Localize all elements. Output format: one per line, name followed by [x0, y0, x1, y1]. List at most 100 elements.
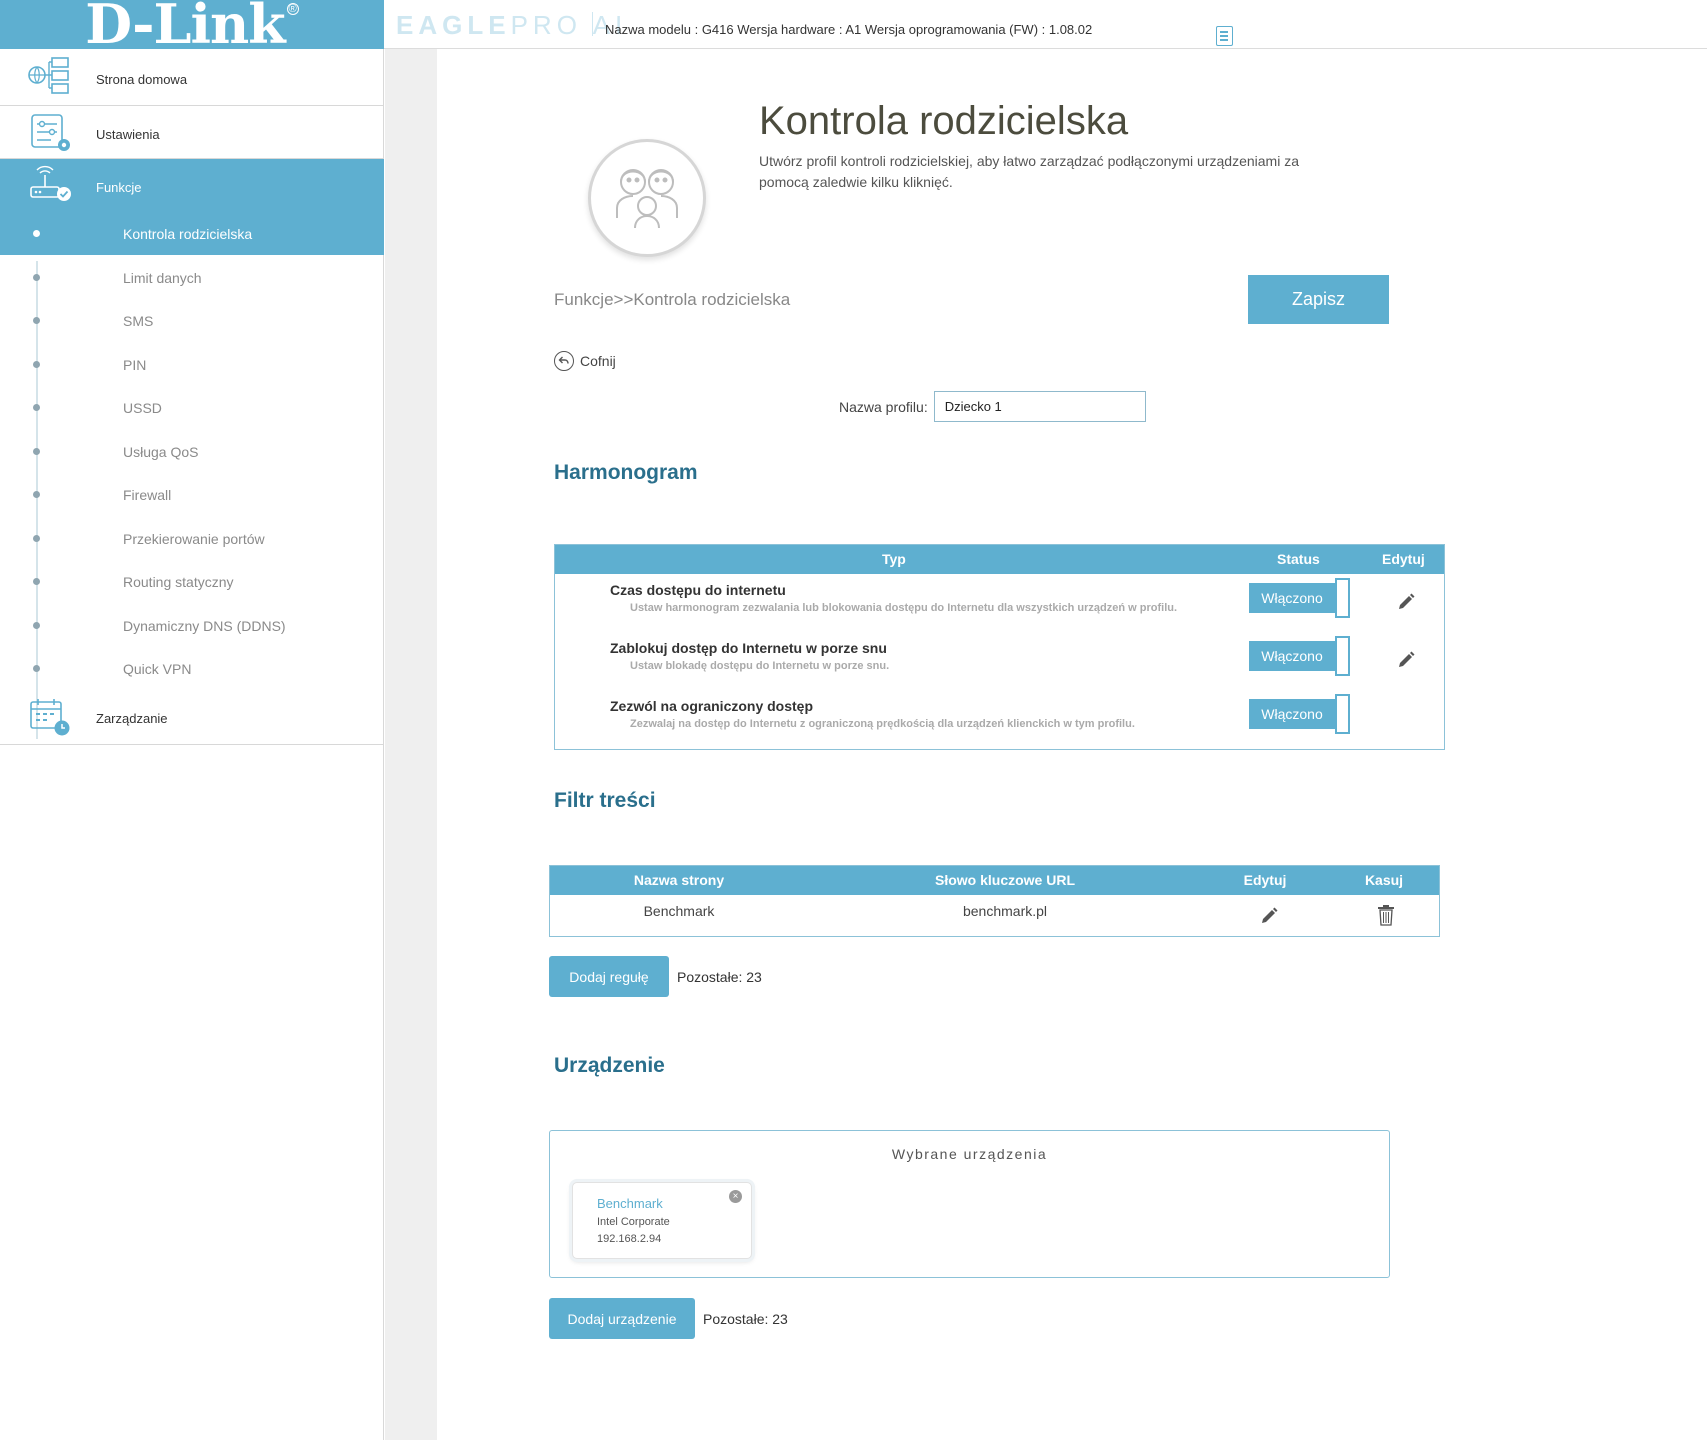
col-edit: Edytuj: [1382, 551, 1425, 567]
device-ip: 192.168.2.94: [597, 1233, 662, 1245]
selected-devices-title: Wybrane urządzenia: [891, 1146, 1048, 1162]
nav-management-label: Zarządzanie: [96, 711, 168, 726]
submenu-dot: [33, 230, 40, 237]
status-toggle[interactable]: Włączono: [1249, 636, 1350, 676]
sidebar-item-sms[interactable]: SMS: [0, 299, 384, 342]
content-filter-title: Filtr treści: [554, 789, 656, 812]
schedule-row-title: Zablokuj dostęp do Internetu w porze snu: [610, 640, 887, 656]
sidebar-item-label: Routing statyczny: [123, 574, 234, 590]
submenu-dot: [33, 361, 40, 368]
main-content: Kontrola rodzicielska Utwórz profil kont…: [437, 49, 1707, 1440]
family-icon: [588, 139, 706, 257]
profile-name-input[interactable]: [933, 391, 1146, 422]
schedule-table: Typ Status Edytuj Czas dostępu do intern…: [554, 544, 1445, 750]
remove-device-icon[interactable]: ×: [729, 1190, 742, 1203]
device-title: Urządzenie: [554, 1054, 665, 1077]
model-info: Nazwa modelu : G416 Wersja hardware : A1…: [605, 22, 1093, 37]
site-name-cell: Benchmark: [643, 903, 715, 919]
status-toggle[interactable]: Włączono: [1249, 578, 1350, 618]
edit-pencil-icon[interactable]: [1396, 592, 1416, 612]
back-label: Cofnij: [580, 353, 616, 369]
settings-icon: [31, 114, 70, 151]
sidebar-item-label: SMS: [123, 313, 154, 329]
sidebar: Strona domowa Ustawienia Funkcje Kontrol…: [0, 49, 384, 1440]
content-gutter: [385, 49, 437, 1440]
col-url-keyword: Słowo kluczowe URL: [934, 872, 1076, 888]
back-button[interactable]: Cofnij: [554, 351, 616, 371]
sidebar-item-static-routing[interactable]: Routing statyczny: [0, 560, 384, 603]
sidebar-item-label: Przekierowanie portów: [123, 531, 265, 547]
save-button[interactable]: Zapisz: [1248, 275, 1389, 324]
table-row: Zablokuj dostęp do Internetu w porze snu…: [555, 632, 1444, 690]
registered-mark: ®: [286, 2, 299, 15]
breadcrumb: Funkcje>>Kontrola rodzicielska: [554, 290, 791, 309]
nav-settings[interactable]: Ustawienia: [0, 106, 384, 159]
add-device-button[interactable]: Dodaj urządzenie: [549, 1298, 695, 1339]
profile-name-label: Nazwa profilu:: [839, 398, 928, 415]
sidebar-item-ddns[interactable]: Dynamiczny DNS (DDNS): [0, 604, 384, 647]
dlink-logo: D-Link ®: [0, 0, 384, 56]
submenu-dot: [33, 535, 40, 542]
brand-name: D-Link: [85, 0, 285, 56]
sidebar-item-ussd[interactable]: USSD: [0, 386, 384, 429]
sidebar-item-pin[interactable]: PIN: [0, 343, 384, 386]
device-card[interactable]: Benchmark Intel Corporate 192.168.2.94 ×: [572, 1182, 752, 1259]
profile-name-row: Nazwa profilu:: [839, 391, 1146, 422]
sidebar-item-data-limit[interactable]: Limit danych: [0, 256, 384, 299]
top-header: D-Link ® EAGLEPRO AI Nazwa modelu : G416…: [0, 0, 1707, 56]
submenu-dot: [33, 491, 40, 498]
sidebar-item-parental-control[interactable]: Kontrola rodzicielska: [0, 212, 384, 255]
add-rule-button[interactable]: Dodaj regułę: [549, 956, 669, 997]
sidebar-item-label: PIN: [123, 357, 147, 373]
table-row: Zezwól na ograniczony dostęp Zezwalaj na…: [555, 690, 1444, 748]
calendar-clock-icon: [30, 699, 70, 736]
schedule-row-desc: Ustaw harmonogram zezwalania lub blokowa…: [630, 602, 1178, 614]
nav-management[interactable]: Zarządzanie: [0, 690, 384, 745]
nav-settings-label: Ustawienia: [96, 127, 160, 142]
url-keyword-cell: benchmark.pl: [962, 903, 1048, 919]
sidebar-item-label: Usługa QoS: [123, 444, 199, 460]
device-name: Benchmark: [597, 1196, 663, 1211]
device-vendor: Intel Corporate: [597, 1216, 670, 1228]
submenu-dot: [33, 665, 40, 672]
schedule-row-desc: Zezwalaj na dostęp do Internetu z ograni…: [630, 718, 1135, 730]
nav-home-label: Strona domowa: [96, 72, 188, 87]
col-delete: Kasuj: [1364, 872, 1404, 888]
notes-icon[interactable]: [1216, 26, 1233, 46]
schedule-title: Harmonogram: [554, 461, 698, 484]
col-status: Status: [1277, 551, 1320, 567]
sidebar-item-label: USSD: [123, 400, 162, 416]
selected-devices-box: Wybrane urządzenia Benchmark Intel Corpo…: [549, 1130, 1390, 1278]
page-title: Kontrola rodzicielska: [759, 99, 1129, 143]
sidebar-item-port-forwarding[interactable]: Przekierowanie portów: [0, 517, 384, 560]
sidebar-item-label: Quick VPN: [123, 661, 192, 677]
nav-features-label: Funkcje: [96, 180, 142, 195]
table-row: Benchmark benchmark.pl: [550, 895, 1439, 936]
header-divider: [592, 12, 593, 36]
schedule-table-header: Typ Status Edytuj: [555, 545, 1444, 574]
schedule-row-title: Czas dostępu do internetu: [610, 582, 786, 598]
sidebar-item-label: Kontrola rodzicielska: [123, 226, 253, 242]
page-description: Utwórz profil kontroli rodzicielskiej, a…: [759, 153, 1299, 190]
submenu-dot: [33, 317, 40, 324]
rules-remaining: Pozostałe: 23: [677, 969, 762, 985]
nav-features[interactable]: Funkcje: [0, 159, 384, 212]
submenu-dot: [33, 448, 40, 455]
col-edit: Edytuj: [1243, 872, 1287, 888]
col-type: Typ: [882, 551, 906, 567]
trash-icon[interactable]: [1377, 904, 1395, 926]
sidebar-item-firewall[interactable]: Firewall: [0, 473, 384, 516]
submenu-dot: [33, 274, 40, 281]
sidebar-item-qos[interactable]: Usługa QoS: [0, 430, 384, 473]
edit-pencil-icon[interactable]: [1259, 906, 1279, 926]
submenu-dot: [33, 578, 40, 585]
toggle-knob: [1335, 636, 1350, 676]
toggle-knob: [1335, 694, 1350, 734]
table-row: Czas dostępu do internetu Ustaw harmonog…: [555, 574, 1444, 632]
edit-pencil-icon[interactable]: [1396, 650, 1416, 670]
nav-home[interactable]: Strona domowa: [0, 49, 384, 106]
sidebar-item-quick-vpn[interactable]: Quick VPN: [0, 647, 384, 690]
status-toggle-label: Włączono: [1249, 583, 1335, 613]
status-toggle-label: Włączono: [1249, 641, 1335, 671]
status-toggle[interactable]: Włączono: [1249, 694, 1350, 734]
